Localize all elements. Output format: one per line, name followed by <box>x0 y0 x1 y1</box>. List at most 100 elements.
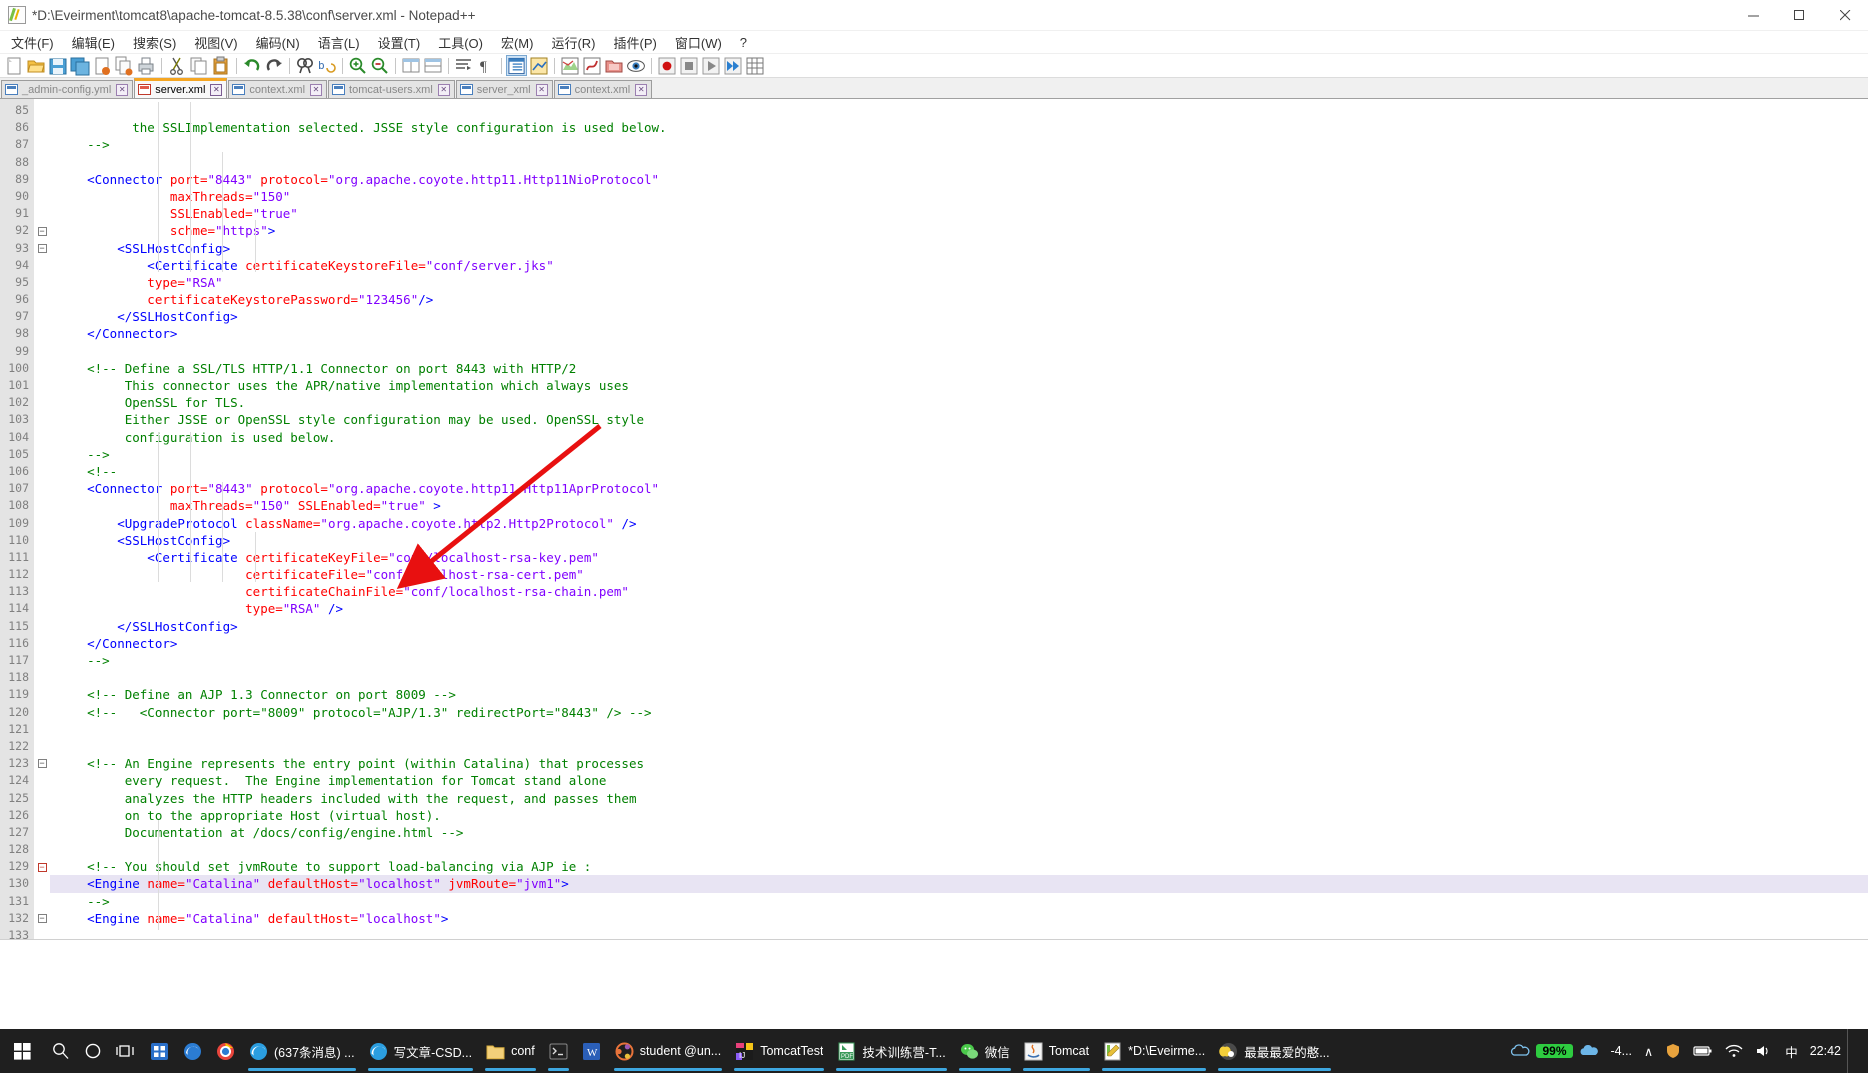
tray-wifi-icon[interactable] <box>1719 1044 1749 1058</box>
code-line[interactable]: <!-- You should set jvmRoute to support … <box>50 858 1868 875</box>
fold-marker[interactable]: − <box>34 240 50 257</box>
code-line[interactable]: certificateFile="conf/localhost-rsa-cert… <box>50 566 1868 583</box>
fold-marker[interactable] <box>34 515 50 532</box>
tray-shield-icon[interactable] <box>1659 1043 1687 1059</box>
code-line[interactable]: --> <box>50 893 1868 910</box>
document-tab[interactable]: context.xml ✕ <box>228 80 328 98</box>
editor-area[interactable]: 85 86 87 88 89 90 91 92 93 94 95 96 97 98 99 100 101 102 1… <box>0 99 1868 939</box>
code-line[interactable]: certificateKeystorePassword="123456"/> <box>50 291 1868 308</box>
code-line[interactable]: <Engine name="Catalina" defaultHost="loc… <box>50 910 1868 927</box>
menu-macro[interactable]: 宏(M) <box>492 31 543 54</box>
tray-volume-label[interactable]: -4... <box>1605 1044 1639 1058</box>
save-icon[interactable] <box>47 55 68 76</box>
code-line[interactable]: certificateChainFile="conf/localhost-rsa… <box>50 583 1868 600</box>
fold-marker[interactable] <box>34 721 50 738</box>
fold-marker[interactable] <box>34 790 50 807</box>
fold-marker[interactable] <box>34 841 50 858</box>
code-line[interactable]: </Connector> <box>50 635 1868 652</box>
fold-marker[interactable] <box>34 325 50 342</box>
menu-encoding[interactable]: 编码(N) <box>247 31 309 54</box>
taskbar-item[interactable]: *D:\Eveirme... <box>1096 1029 1212 1073</box>
fold-marker[interactable] <box>34 686 50 703</box>
menu-plugins[interactable]: 插件(P) <box>605 31 666 54</box>
fold-marker[interactable] <box>34 446 50 463</box>
taskbar-item[interactable]: 微信 <box>953 1029 1017 1073</box>
tray-chevron-icon[interactable]: ∧ <box>1638 1044 1659 1059</box>
tray-ime-indicator[interactable]: 中 <box>1779 1042 1804 1061</box>
code-line[interactable]: --> <box>50 136 1868 153</box>
fold-marker[interactable] <box>34 480 50 497</box>
print-icon[interactable] <box>135 55 156 76</box>
taskbar-item[interactable]: Tomcat <box>1017 1029 1096 1073</box>
cortana-icon[interactable] <box>77 1029 109 1073</box>
code-line[interactable] <box>50 927 1868 939</box>
fold-marker[interactable] <box>34 360 50 377</box>
minimize-button[interactable] <box>1730 0 1776 30</box>
code-line[interactable] <box>50 721 1868 738</box>
code-line[interactable]: --> <box>50 652 1868 669</box>
code-line[interactable] <box>50 738 1868 755</box>
record-macro-icon[interactable] <box>656 55 677 76</box>
fold-marker[interactable]: − <box>34 222 50 239</box>
code-line[interactable]: </SSLHostConfig> <box>50 308 1868 325</box>
fold-marker[interactable] <box>34 807 50 824</box>
fold-marker[interactable] <box>34 704 50 721</box>
code-line[interactable]: </SSLHostConfig> <box>50 618 1868 635</box>
taskbar-item[interactable]: 写文章-CSD... <box>362 1029 479 1073</box>
fold-marker[interactable] <box>34 154 50 171</box>
close-button[interactable] <box>1822 0 1868 30</box>
sync-vertical-icon[interactable] <box>400 55 421 76</box>
save-all-icon[interactable] <box>69 55 90 76</box>
menu-language[interactable]: 语言(L) <box>309 31 369 54</box>
fold-marker[interactable] <box>34 463 50 480</box>
code-line[interactable]: <!-- An Engine represents the entry poin… <box>50 755 1868 772</box>
code-folding-column[interactable]: −−−−−− <box>34 99 50 939</box>
code-line[interactable]: <SSLHostConfig> <box>50 532 1868 549</box>
fold-marker[interactable] <box>34 600 50 617</box>
monitoring-icon[interactable] <box>625 55 646 76</box>
fold-marker[interactable] <box>34 772 50 789</box>
taskbar-item[interactable] <box>542 1029 575 1073</box>
tray-onedrive-icon[interactable] <box>1504 1043 1536 1059</box>
code-line[interactable]: the SSLImplementation selected. JSSE sty… <box>50 119 1868 136</box>
tab-close-icon[interactable]: ✕ <box>116 83 129 96</box>
menu-settings[interactable]: 设置(T) <box>369 31 430 54</box>
code-line[interactable]: <!-- Define an AJP 1.3 Connector on port… <box>50 686 1868 703</box>
code-line[interactable] <box>50 154 1868 171</box>
maximize-button[interactable] <box>1776 0 1822 30</box>
code-line[interactable]: schme="https"> <box>50 222 1868 239</box>
taskbar-item[interactable]: student @un... <box>608 1029 729 1073</box>
taskbar-item[interactable]: IJ TomcatTest <box>728 1029 830 1073</box>
fold-marker[interactable]: − <box>34 910 50 927</box>
code-line[interactable]: <!-- <Connector port="8009" protocol="AJ… <box>50 704 1868 721</box>
start-button[interactable] <box>0 1029 45 1073</box>
battery-percent-badge[interactable]: 99% <box>1536 1044 1573 1058</box>
code-line[interactable]: Either JSSE or OpenSSL style configurati… <box>50 411 1868 428</box>
document-tab[interactable]: tomcat-users.xml ✕ <box>328 80 455 98</box>
tab-close-icon[interactable]: ✕ <box>437 83 450 96</box>
document-tab[interactable]: server_xml ✕ <box>455 80 553 98</box>
paste-icon[interactable] <box>210 55 231 76</box>
code-line[interactable]: This connector uses the APR/native imple… <box>50 377 1868 394</box>
tab-close-icon[interactable]: ✕ <box>210 83 223 96</box>
code-line[interactable]: <!-- Define a SSL/TLS HTTP/1.1 Connector… <box>50 360 1868 377</box>
menu-file[interactable]: 文件(F) <box>2 31 63 54</box>
find-icon[interactable] <box>294 55 315 76</box>
zoom-in-icon[interactable] <box>347 55 368 76</box>
fold-marker[interactable] <box>34 635 50 652</box>
fold-marker[interactable] <box>34 274 50 291</box>
fold-marker[interactable] <box>34 824 50 841</box>
code-line[interactable]: configuration is used below. <box>50 429 1868 446</box>
tab-close-icon[interactable]: ✕ <box>310 83 323 96</box>
close-file-icon[interactable] <box>91 55 112 76</box>
fold-marker[interactable] <box>34 171 50 188</box>
fold-marker[interactable] <box>34 893 50 910</box>
fold-marker[interactable] <box>34 308 50 325</box>
fold-marker[interactable] <box>34 429 50 446</box>
taskbar-search-icon[interactable] <box>45 1029 77 1073</box>
code-line[interactable]: <Engine name="Catalina" defaultHost="loc… <box>50 875 1868 893</box>
new-file-icon[interactable] <box>3 55 24 76</box>
fold-marker[interactable] <box>34 549 50 566</box>
code-line[interactable]: <Certificate certificateKeyFile="conf/lo… <box>50 549 1868 566</box>
taskbar-item[interactable]: (637条消息) ... <box>242 1029 362 1073</box>
